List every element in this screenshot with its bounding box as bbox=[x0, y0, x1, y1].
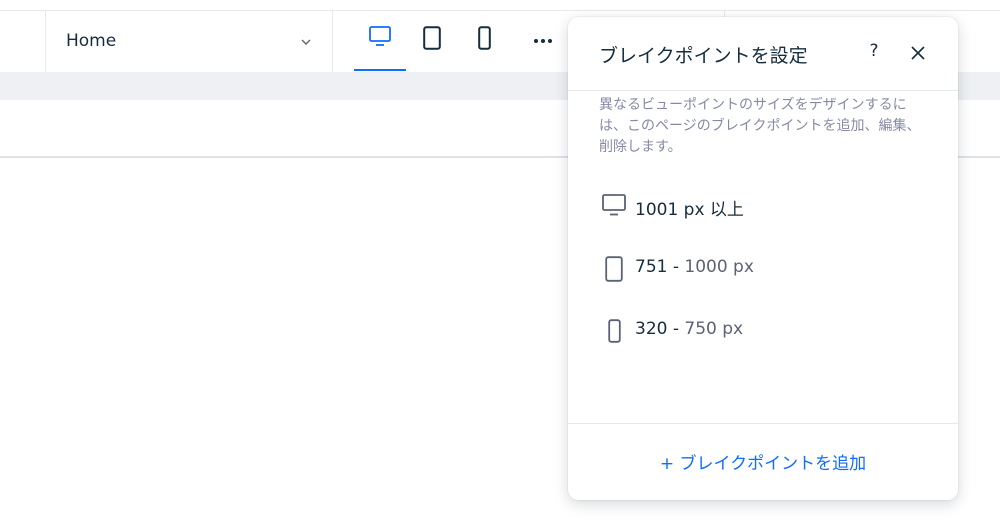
more-horizontal-icon-dot bbox=[548, 39, 552, 43]
toolbar-divider bbox=[332, 11, 333, 72]
help-button[interactable]: ? bbox=[862, 37, 886, 65]
breakpoint-range-to: 750 px bbox=[684, 319, 744, 339]
device-desktop-button[interactable] bbox=[354, 11, 406, 72]
tablet-icon bbox=[423, 26, 441, 50]
desktop-icon bbox=[599, 190, 629, 220]
chevron-down-icon bbox=[301, 39, 311, 45]
more-horizontal-icon-dot bbox=[541, 39, 545, 43]
desktop-icon bbox=[369, 26, 391, 46]
panel-divider bbox=[568, 90, 958, 91]
breakpoint-range-to: 1000 px bbox=[684, 257, 754, 277]
page-selector[interactable]: Home bbox=[46, 11, 332, 72]
more-options-button[interactable] bbox=[527, 11, 559, 72]
breakpoints-panel: ブレイクポイントを設定 ? 異なるビューポイントのサイズをデザインするには、この… bbox=[568, 17, 958, 500]
breakpoint-range-from: 751 - bbox=[635, 257, 685, 277]
panel-footer-divider bbox=[568, 423, 958, 424]
breakpoint-row-tablet[interactable]: 751 - 1000 px bbox=[599, 250, 929, 284]
mobile-icon bbox=[599, 314, 629, 344]
add-breakpoint-button[interactable]: + ブレイクポイントを追加 bbox=[568, 449, 958, 474]
breakpoint-range-from: 1001 px 以上 bbox=[635, 200, 744, 220]
page-selector-value: Home bbox=[66, 31, 117, 51]
breakpoint-row-mobile[interactable]: 320 - 750 px bbox=[599, 312, 929, 346]
breakpoint-row-desktop[interactable]: 1001 px 以上 bbox=[599, 188, 929, 222]
breakpoint-range-from: 320 - bbox=[635, 319, 685, 339]
device-mobile-button[interactable] bbox=[458, 11, 510, 72]
panel-title: ブレイクポイントを設定 bbox=[599, 45, 808, 67]
device-tablet-button[interactable] bbox=[406, 11, 458, 72]
close-icon[interactable] bbox=[908, 43, 928, 63]
more-horizontal-icon bbox=[534, 39, 538, 43]
tablet-icon bbox=[599, 252, 629, 282]
mobile-icon bbox=[478, 26, 491, 50]
panel-description: 異なるビューポイントのサイズをデザインするには、このページのブレイクポイントを追… bbox=[599, 97, 921, 155]
